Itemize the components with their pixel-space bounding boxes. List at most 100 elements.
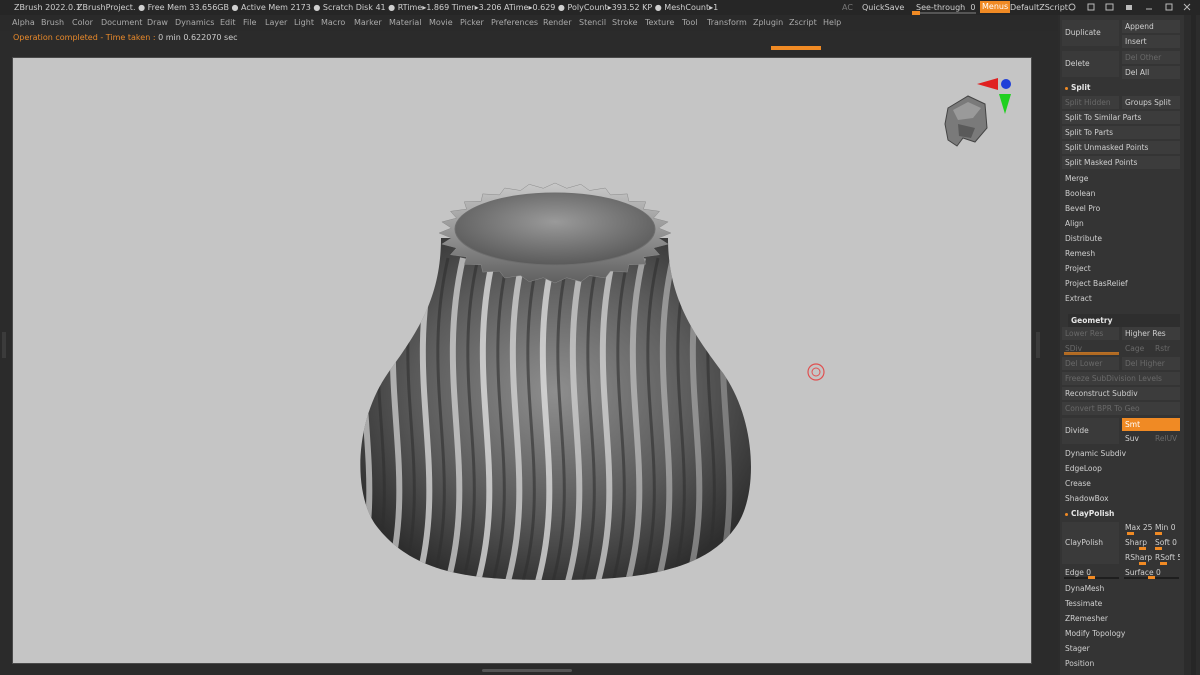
menu-texture[interactable]: Texture — [645, 15, 674, 31]
del-lower-button[interactable]: Del Lower — [1062, 357, 1119, 370]
remesh-subpalette[interactable]: Remesh — [1062, 247, 1180, 260]
menu-help[interactable]: Help — [823, 15, 841, 31]
ac-toggle[interactable]: AC — [842, 0, 853, 15]
dynamic-subdiv-subpalette[interactable]: Dynamic Subdiv — [1062, 447, 1180, 460]
soft-slider-knob — [1155, 547, 1162, 550]
menu-material[interactable]: Material — [389, 15, 422, 31]
default-zscript-button[interactable]: DefaultZScript — [1010, 0, 1068, 15]
align-subpalette[interactable]: Align — [1062, 217, 1180, 230]
hide-icon[interactable] — [1126, 5, 1132, 10]
menu-stencil[interactable]: Stencil — [579, 15, 606, 31]
menu-preferences[interactable]: Preferences — [491, 15, 538, 31]
groups-split-button[interactable]: Groups Split — [1122, 96, 1180, 109]
menu-draw[interactable]: Draw — [147, 15, 168, 31]
rstr-button[interactable]: Rstr — [1152, 342, 1180, 355]
rsharp-slider[interactable]: RSharp — [1122, 551, 1152, 564]
position-subpalette[interactable]: Position — [1062, 657, 1180, 670]
extract-subpalette[interactable]: Extract — [1062, 292, 1180, 305]
reluv-toggle[interactable]: RelUV — [1152, 432, 1180, 445]
del-higher-button[interactable]: Del Higher — [1122, 357, 1180, 370]
freeze-subdiv-button[interactable]: Freeze SubDivision Levels — [1062, 372, 1180, 385]
left-tray-handle[interactable] — [2, 332, 6, 358]
cage-button[interactable]: Cage — [1122, 342, 1150, 355]
split-subpalette[interactable]: Split — [1062, 81, 1180, 94]
bottom-tray-handle[interactable] — [482, 669, 572, 672]
lower-res-button[interactable]: Lower Res — [1062, 327, 1119, 340]
project-name: ZBrushProject — [77, 3, 133, 12]
del-other-button[interactable]: Del Other — [1122, 51, 1180, 64]
canvas-viewport[interactable] — [12, 57, 1032, 664]
help-icon[interactable] — [1068, 3, 1076, 11]
merge-subpalette[interactable]: Merge — [1062, 172, 1180, 185]
ui-icon[interactable] — [1105, 3, 1114, 11]
convert-bpr-button[interactable]: Convert BPR To Geo — [1062, 402, 1180, 415]
boolean-subpalette[interactable]: Boolean — [1062, 187, 1180, 200]
rsharp-slider-knob — [1139, 562, 1146, 565]
sharp-slider[interactable]: Sharp — [1122, 536, 1152, 549]
menu-layer[interactable]: Layer — [265, 15, 287, 31]
panel-scrollbar[interactable] — [1191, 15, 1196, 675]
menu-file[interactable]: File — [243, 15, 256, 31]
split-hidden-button[interactable]: Split Hidden — [1062, 96, 1119, 109]
claypolish-subpalette[interactable]: ClayPolish — [1062, 507, 1180, 520]
split-unmasked-button[interactable]: Split Unmasked Points — [1062, 141, 1180, 154]
split-label: Split — [1071, 83, 1091, 92]
claypolish-button[interactable]: ClayPolish — [1062, 522, 1119, 564]
split-to-parts-button[interactable]: Split To Parts — [1062, 126, 1180, 139]
duplicate-button[interactable]: Duplicate — [1062, 20, 1119, 46]
suv-toggle[interactable]: Suv — [1122, 432, 1150, 445]
menu-picker[interactable]: Picker — [460, 15, 484, 31]
bevel-pro-subpalette[interactable]: Bevel Pro — [1062, 202, 1180, 215]
menu-stroke[interactable]: Stroke — [612, 15, 638, 31]
shadowbox-subpalette[interactable]: ShadowBox — [1062, 492, 1180, 505]
menus-toggle[interactable]: Menus — [980, 1, 1011, 13]
menu-render[interactable]: Render — [543, 15, 571, 31]
menu-movie[interactable]: Movie — [429, 15, 453, 31]
insert-button[interactable]: Insert — [1122, 35, 1180, 48]
menu-marker[interactable]: Marker — [354, 15, 382, 31]
del-all-button[interactable]: Del All — [1122, 66, 1180, 79]
menu-alpha[interactable]: Alpha — [12, 15, 35, 31]
close-icon[interactable] — [1183, 3, 1191, 11]
reconstruct-subdiv-button[interactable]: Reconstruct Subdiv — [1062, 387, 1180, 400]
menu-zscript[interactable]: Zscript — [789, 15, 817, 31]
crease-subpalette[interactable]: Crease — [1062, 477, 1180, 490]
status-message: Operation completed - Time taken : 0 min… — [13, 33, 238, 42]
menu-dynamics[interactable]: Dynamics — [175, 15, 214, 31]
right-tray-handle[interactable] — [1036, 332, 1040, 358]
split-similar-parts-button[interactable]: Split To Similar Parts — [1062, 111, 1180, 124]
menu-color[interactable]: Color — [72, 15, 93, 31]
zremesher-subpalette[interactable]: ZRemesher — [1062, 612, 1180, 625]
dynamesh-subpalette[interactable]: DynaMesh — [1062, 582, 1180, 595]
append-button[interactable]: Append — [1122, 20, 1180, 33]
split-masked-button[interactable]: Split Masked Points — [1062, 156, 1180, 169]
menu-tool[interactable]: Tool — [682, 15, 698, 31]
see-through-value: 0 — [970, 3, 976, 12]
delete-button[interactable]: Delete — [1062, 51, 1119, 77]
head-navigation-icon[interactable] — [944, 95, 988, 147]
menu-light[interactable]: Light — [294, 15, 314, 31]
menu-edit[interactable]: Edit — [220, 15, 236, 31]
edge-slider-knob — [1088, 576, 1095, 579]
edgeloop-subpalette[interactable]: EdgeLoop — [1062, 462, 1180, 475]
layout-icon[interactable] — [1087, 3, 1095, 11]
stager-subpalette[interactable]: Stager — [1062, 642, 1180, 655]
max-slider-knob — [1127, 532, 1134, 535]
tessimate-subpalette[interactable]: Tessimate — [1062, 597, 1180, 610]
quicksave-button[interactable]: QuickSave — [862, 0, 904, 15]
project-basrelief-subpalette[interactable]: Project BasRelief — [1062, 277, 1180, 290]
menu-zplugin[interactable]: Zplugin — [753, 15, 783, 31]
modify-topology-subpalette[interactable]: Modify Topology — [1062, 627, 1180, 640]
maximize-icon[interactable] — [1165, 3, 1173, 11]
divide-button[interactable]: Divide — [1062, 418, 1119, 444]
project-subpalette[interactable]: Project — [1062, 262, 1180, 275]
vase-model[interactable] — [13, 58, 1032, 664]
distribute-subpalette[interactable]: Distribute — [1062, 232, 1180, 245]
smt-toggle[interactable]: Smt — [1122, 418, 1180, 431]
menu-brush[interactable]: Brush — [41, 15, 64, 31]
menu-document[interactable]: Document — [101, 15, 142, 31]
menu-transform[interactable]: Transform — [707, 15, 747, 31]
higher-res-button[interactable]: Higher Res — [1122, 327, 1180, 340]
menu-macro[interactable]: Macro — [321, 15, 345, 31]
geometry-header[interactable]: Geometry — [1068, 314, 1180, 327]
